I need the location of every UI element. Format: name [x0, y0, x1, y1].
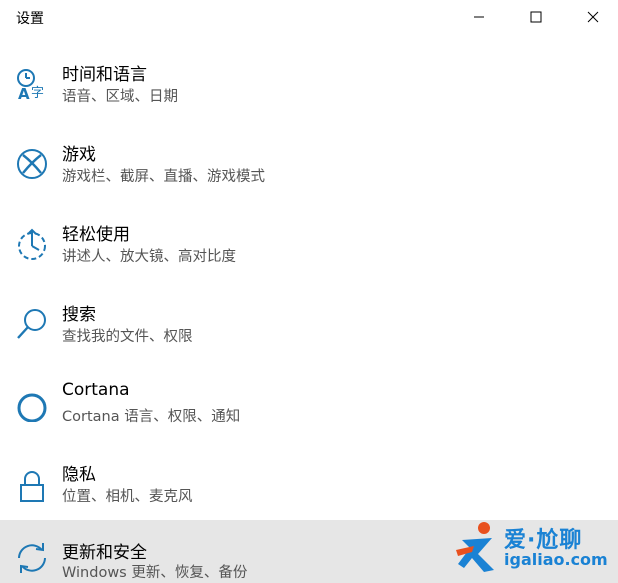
search-icon: [14, 306, 50, 342]
settings-item-title: 时间和语言: [62, 65, 147, 85]
minimize-button[interactable]: [456, 0, 502, 34]
lock-icon: [14, 466, 50, 502]
svg-text:字: 字: [31, 86, 44, 101]
settings-item-gaming[interactable]: 游戏 游戏栏、截屏、直播、游戏模式: [0, 136, 618, 216]
window-title: 设置: [16, 11, 44, 27]
minimize-icon: [474, 16, 484, 18]
maximize-button[interactable]: [513, 0, 559, 34]
close-icon: [587, 11, 599, 23]
cortana-icon: [14, 386, 50, 422]
ease-of-access-icon: [14, 226, 50, 262]
settings-item-title: 轻松使用: [62, 225, 130, 245]
settings-item-description: Cortana 语言、权限、通知: [62, 409, 241, 425]
close-button[interactable]: [570, 0, 616, 34]
sync-icon: [14, 540, 50, 576]
watermark: 爱·尬聊 igaliao.com: [452, 520, 612, 580]
xbox-icon: [14, 146, 50, 182]
settings-item-title: 更新和安全: [62, 543, 147, 563]
settings-item-title: 隐私: [62, 465, 96, 485]
settings-item-description: 讲述人、放大镜、高对比度: [62, 249, 236, 265]
settings-item-title: Cortana: [62, 380, 130, 400]
time-language-icon: A 字: [14, 66, 50, 102]
settings-item-description: 语音、区域、日期: [62, 89, 178, 105]
settings-item-description: 游戏栏、截屏、直播、游戏模式: [62, 169, 265, 185]
settings-item-time-language[interactable]: A 字 时间和语言 语音、区域、日期: [0, 56, 618, 136]
maximize-icon: [530, 11, 542, 23]
settings-item-description: Windows 更新、恢复、备份: [62, 565, 248, 581]
settings-item-title: 游戏: [62, 145, 96, 165]
settings-item-description: 查找我的文件、权限: [62, 329, 193, 345]
settings-item-ease-of-access[interactable]: 轻松使用 讲述人、放大镜、高对比度: [0, 216, 618, 296]
svg-text:A: A: [18, 85, 30, 102]
settings-item-title: 搜索: [62, 305, 96, 325]
settings-item-description: 位置、相机、麦克风: [62, 489, 193, 505]
settings-item-search[interactable]: 搜索 查找我的文件、权限: [0, 296, 618, 376]
settings-item-cortana[interactable]: Cortana Cortana 语言、权限、通知: [0, 376, 618, 456]
title-bar: 设置: [0, 0, 618, 36]
watermark-site: igaliao.com: [504, 550, 608, 569]
runner-logo-icon: [456, 522, 494, 572]
